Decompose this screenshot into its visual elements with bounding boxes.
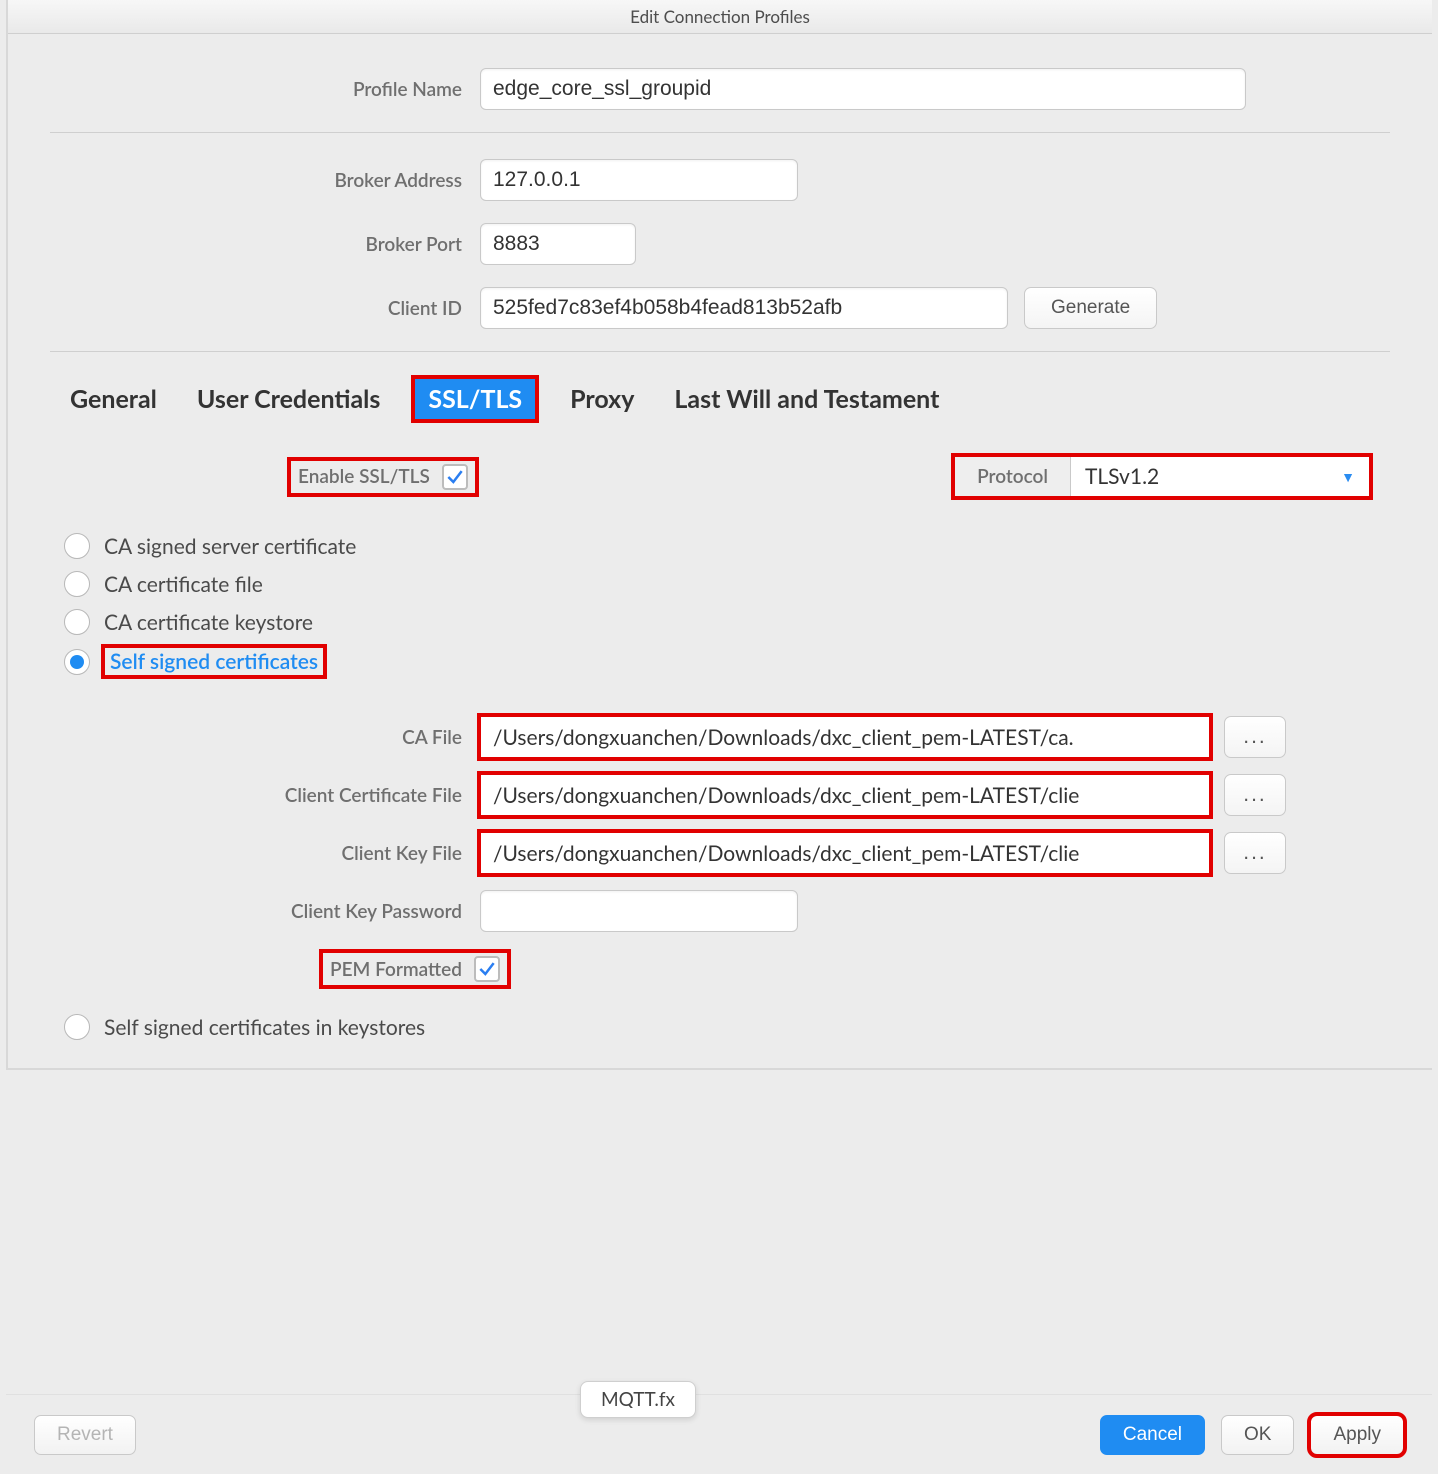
radio-self-signed-keystore-label: Self signed certificates in keystores xyxy=(104,1015,425,1040)
protocol-value: TLSv1.2 xyxy=(1085,464,1159,489)
client-id-label: Client ID xyxy=(50,297,480,320)
client-cert-label: Client Certificate File xyxy=(50,784,480,807)
tab-last-will[interactable]: Last Will and Testament xyxy=(668,380,945,418)
pem-formatted-label: PEM Formatted xyxy=(330,958,462,981)
profile-name-label: Profile Name xyxy=(50,78,480,101)
radio-ca-file[interactable] xyxy=(64,571,90,597)
client-cert-input[interactable]: /Users/dongxuanchen/Downloads/dxc_client… xyxy=(480,774,1210,816)
client-id-input[interactable] xyxy=(480,287,1008,329)
ca-file-input[interactable]: /Users/dongxuanchen/Downloads/dxc_client… xyxy=(480,716,1210,758)
broker-address-label: Broker Address xyxy=(50,169,480,192)
radio-self-signed-label: Self signed certificates xyxy=(104,647,324,676)
app-tooltip: MQTT.fx xyxy=(580,1381,696,1418)
radio-ca-keystore-label: CA certificate keystore xyxy=(104,610,313,635)
enable-ssl-label: Enable SSL/TLS xyxy=(298,465,430,488)
radio-ca-keystore[interactable] xyxy=(64,609,90,635)
ok-button[interactable]: OK xyxy=(1221,1415,1294,1455)
tab-bar: General User Credentials SSL/TLS Proxy L… xyxy=(64,378,1390,420)
client-key-browse-button[interactable]: ... xyxy=(1224,832,1286,874)
client-key-label: Client Key File xyxy=(50,842,480,865)
apply-button[interactable]: Apply xyxy=(1310,1415,1404,1455)
radio-dot-icon xyxy=(70,655,84,669)
client-key-input[interactable]: /Users/dongxuanchen/Downloads/dxc_client… xyxy=(480,832,1210,874)
ca-file-label: CA File xyxy=(50,726,480,749)
client-cert-browse-button[interactable]: ... xyxy=(1224,774,1286,816)
ca-file-browse-button[interactable]: ... xyxy=(1224,716,1286,758)
tab-user-credentials[interactable]: User Credentials xyxy=(191,380,387,418)
protocol-select[interactable]: TLSv1.2 ▼ xyxy=(1070,456,1370,497)
check-icon xyxy=(477,959,497,979)
chevron-down-icon: ▼ xyxy=(1341,468,1355,485)
radio-ca-signed-label: CA signed server certificate xyxy=(104,534,356,559)
cancel-button[interactable]: Cancel xyxy=(1100,1415,1205,1455)
generate-button[interactable]: Generate xyxy=(1024,287,1157,329)
broker-port-label: Broker Port xyxy=(50,233,480,256)
client-key-pw-input[interactable] xyxy=(480,890,798,932)
divider-2 xyxy=(50,351,1390,352)
window-title: Edit Connection Profiles xyxy=(8,0,1432,34)
radio-ca-file-label: CA certificate file xyxy=(104,572,263,597)
check-icon xyxy=(445,467,465,487)
profile-name-input[interactable] xyxy=(480,68,1246,110)
radio-self-signed-keystore[interactable] xyxy=(64,1014,90,1040)
divider-1 xyxy=(50,132,1390,133)
tab-ssl-tls[interactable]: SSL/TLS xyxy=(414,378,536,420)
revert-button[interactable]: Revert xyxy=(34,1415,136,1455)
tab-general[interactable]: General xyxy=(64,380,163,418)
broker-address-input[interactable] xyxy=(480,159,798,201)
client-key-pw-label: Client Key Password xyxy=(50,900,480,923)
radio-ca-signed[interactable] xyxy=(64,533,90,559)
pem-formatted-checkbox[interactable] xyxy=(474,956,500,982)
broker-port-input[interactable] xyxy=(480,223,636,265)
protocol-label: Protocol xyxy=(954,456,1070,497)
enable-ssl-checkbox[interactable] xyxy=(442,464,468,490)
radio-self-signed[interactable] xyxy=(64,649,90,675)
tab-proxy[interactable]: Proxy xyxy=(564,380,640,418)
